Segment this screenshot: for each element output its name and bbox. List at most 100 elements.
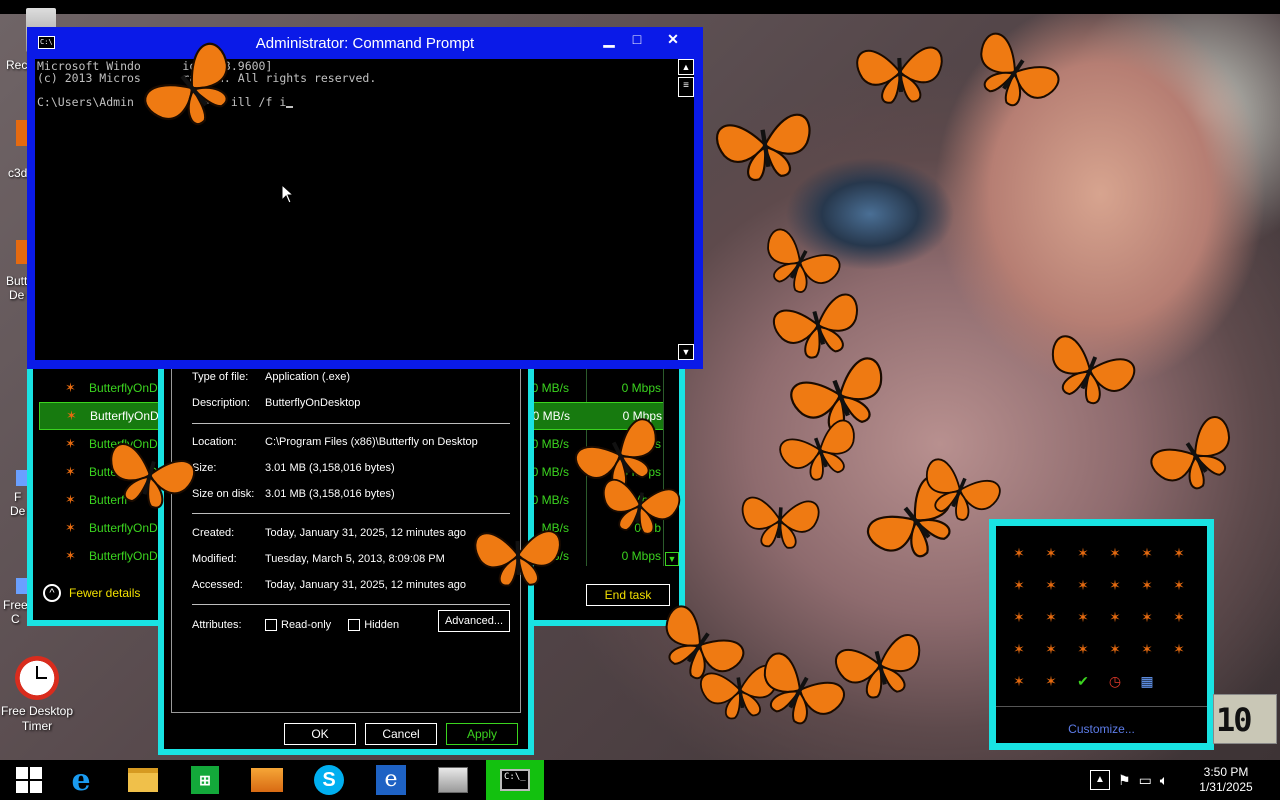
gadget-digits: 10 — [1216, 701, 1253, 739]
volume-muted-icon[interactable]: 🔈︎ — [1160, 772, 1168, 789]
notification-area-overflow[interactable]: ✶ ✶ ✶ ✶ ✶ ✶ ✶ ✶ ✶ ✶ ✶ ✶ ✶ ✶ ✶ ✶ ✶ ✶ ✶ ✶ ✶ ✶ ✶ ✶ ✶ ✶ ✔ ◷ ▦ Customize.… — [989, 519, 1214, 750]
taskbar-package[interactable] — [238, 760, 296, 800]
butterfly-icon[interactable]: ✶ — [1010, 544, 1028, 562]
top-black-bar — [0, 0, 1280, 14]
type-label: Type of file: — [192, 371, 249, 383]
taskbar-internet-explorer[interactable]: e — [52, 760, 110, 800]
butterfly-icon[interactable]: ✶ — [1106, 576, 1124, 594]
end-task-button[interactable]: End task — [586, 584, 670, 606]
butterfly-icon[interactable]: ✶ — [1138, 640, 1156, 658]
butterfly-icon[interactable]: ✶ — [1010, 576, 1028, 594]
butterfly-icon[interactable]: ✶ — [1106, 544, 1124, 562]
created-value: Today, January 31, 2025, 12 minutes ago — [265, 527, 466, 539]
minimize-button[interactable]: ▁ — [594, 30, 624, 50]
location-value: C:\Program Files (x86)\Butterfly on Desk… — [265, 436, 478, 448]
cancel-button[interactable]: Cancel — [365, 723, 437, 745]
butterfly-icon[interactable]: ✶ — [1042, 672, 1060, 690]
butterfly-icon[interactable]: ✶ — [1074, 640, 1092, 658]
alarm-clock-icon[interactable]: ◷ — [1106, 672, 1124, 690]
title-bar[interactable]: C:\ Administrator: Command Prompt ▁ □ ✕ — [28, 28, 702, 58]
checkbox-box[interactable] — [265, 619, 277, 631]
start-button[interactable] — [0, 760, 58, 800]
butterfly-icon[interactable]: ✶ — [1010, 672, 1028, 690]
butterfly-icon: ✶ — [65, 520, 76, 535]
checkbox-box[interactable] — [348, 619, 361, 631]
hidden-checkbox[interactable]: Hidden — [348, 619, 399, 631]
desktop-icon-label: Butt De — [6, 274, 28, 302]
network-value: 0 Mbps — [621, 437, 661, 451]
butterfly-icon: ✶ — [65, 492, 76, 507]
butterfly-icon[interactable]: ✶ — [1074, 544, 1092, 562]
digital-clock-gadget[interactable]: 10 — [1213, 694, 1277, 744]
properties-panel: Type of file: Application (.exe) Descrip… — [171, 361, 521, 713]
store-icon: ⊞ — [191, 766, 219, 794]
fewer-details-button[interactable]: ^ Fewer details — [43, 584, 140, 602]
butterfly-icon[interactable]: ✶ — [1170, 576, 1188, 594]
location-label: Location: — [192, 436, 237, 448]
shield-check-icon[interactable]: ✔ — [1074, 672, 1092, 690]
butterfly-icon[interactable]: ✶ — [1042, 576, 1060, 594]
description-value: ButterflyOnDesktop — [265, 397, 361, 409]
internet-explorer-icon: e — [71, 762, 91, 798]
taskbar-store[interactable]: ⊞ — [176, 760, 234, 800]
butterfly-icon[interactable]: ✶ — [1010, 640, 1028, 658]
advanced-button[interactable]: Advanced... — [438, 610, 510, 632]
butterfly-icon[interactable]: ✶ — [1138, 544, 1156, 562]
butterfly-icon[interactable]: ✶ — [1106, 608, 1124, 626]
butterfly-icon[interactable]: ✶ — [1138, 608, 1156, 626]
console-output[interactable]: Microsoft Windo ion 6.3.9600] (c) 2013 Mi… — [35, 59, 678, 360]
butterfly-icon[interactable]: ✶ — [1074, 576, 1092, 594]
butterfly-icon[interactable]: ✶ — [1138, 576, 1156, 594]
taskbar-clock[interactable]: 3:50 PM 1/31/2025 — [1190, 765, 1262, 795]
taskbar-file-explorer[interactable] — [114, 760, 172, 800]
taskbar-internet-explorer-2[interactable]: e — [362, 760, 420, 800]
desktop-icon-free-desktop-timer[interactable]: Free Desktop Timer — [0, 656, 77, 734]
location-row: Location: C:\Program Files (x86)\Butterf… — [192, 436, 522, 448]
package-icon — [251, 768, 283, 792]
scroll-thumb[interactable]: ≡ — [678, 77, 694, 97]
size-value: 3.01 MB (3,158,016 bytes) — [265, 462, 395, 474]
butterfly-icon: ✶ — [66, 408, 77, 423]
ok-button[interactable]: OK — [284, 723, 356, 745]
taskbar-skype[interactable]: S — [300, 760, 358, 800]
command-prompt-icon: C:\_ — [500, 769, 530, 791]
file-properties-dialog[interactable]: Type of file: Application (.exe) Descrip… — [158, 355, 534, 755]
console-scrollbar[interactable]: ▲ ≡ ▼ — [678, 59, 694, 360]
console-line: C:\Users\Admin ator> ill /f i — [37, 95, 287, 109]
butterfly-icon[interactable]: ✶ — [1010, 608, 1028, 626]
network-value: 0 Mb — [634, 521, 661, 535]
network-value: 0 Mbps — [621, 549, 661, 563]
maximize-button[interactable]: □ — [622, 30, 652, 50]
scroll-down-arrow-icon[interactable]: ▼ — [665, 552, 679, 566]
butterfly-icon[interactable]: ✶ — [1170, 544, 1188, 562]
network-icon[interactable]: ▭ — [1139, 772, 1152, 789]
apply-button[interactable]: Apply — [446, 723, 518, 745]
modified-row: Modified: Tuesday, March 5, 2013, 8:09:0… — [192, 553, 522, 565]
taskbar-resource-monitor[interactable] — [424, 760, 482, 800]
description-row: Description: ButterflyOnDesktop — [192, 397, 522, 409]
command-prompt-window[interactable]: C:\ Administrator: Command Prompt ▁ □ ✕ … — [27, 27, 703, 369]
scroll-up-arrow-icon[interactable]: ▲ — [678, 59, 694, 75]
butterfly-icon[interactable]: ✶ — [1042, 608, 1060, 626]
task-manager-scrollbar[interactable]: ▼ — [663, 366, 679, 566]
modified-value: Tuesday, March 5, 2013, 8:09:08 PM — [265, 553, 445, 565]
show-hidden-icons-button[interactable]: ▲ — [1090, 770, 1110, 790]
flag-icon[interactable]: ⚑ — [1118, 772, 1131, 789]
butterfly-icon[interactable]: ✶ — [1074, 608, 1092, 626]
read-only-checkbox[interactable]: Read-only — [265, 619, 331, 631]
butterfly-icon[interactable]: ✶ — [1106, 640, 1124, 658]
calculator-icon[interactable]: ▦ — [1138, 672, 1156, 690]
scroll-down-arrow-icon[interactable]: ▼ — [678, 344, 694, 360]
close-button[interactable]: ✕ — [652, 30, 694, 50]
tray-icon-grid: ✶ ✶ ✶ ✶ ✶ ✶ ✶ ✶ ✶ ✶ ✶ ✶ ✶ ✶ ✶ ✶ ✶ ✶ ✶ ✶ ✶ ✶ ✶ ✶ ✶ ✶ ✔ ◷ ▦ — [1010, 544, 1200, 690]
butterfly-icon[interactable]: ✶ — [1042, 544, 1060, 562]
customize-link[interactable]: Customize... — [996, 722, 1207, 736]
taskbar-command-prompt[interactable]: C:\_ — [486, 760, 544, 800]
butterfly-icon: ✶ — [65, 548, 76, 563]
butterfly-icon[interactable]: ✶ — [1170, 608, 1188, 626]
accessed-label: Accessed: — [192, 579, 243, 591]
butterfly-icon[interactable]: ✶ — [1042, 640, 1060, 658]
size-label: Size: — [192, 462, 217, 474]
butterfly-icon[interactable]: ✶ — [1170, 640, 1188, 658]
chevron-up-icon: ^ — [43, 584, 61, 602]
